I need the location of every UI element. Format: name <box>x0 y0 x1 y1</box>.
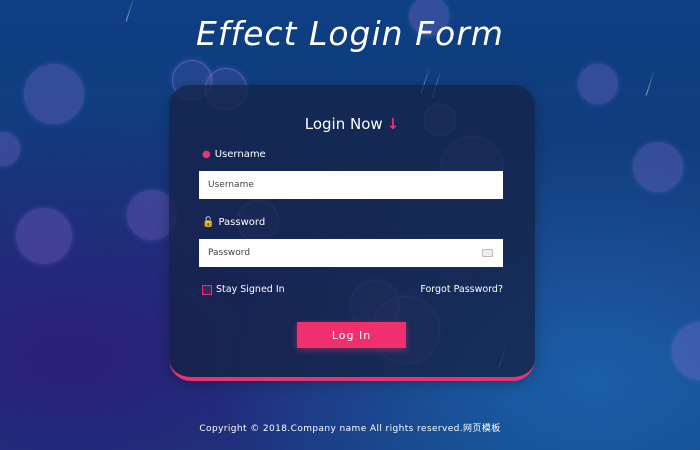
arrow-down-icon: ↓ <box>386 115 400 133</box>
stay-signed-in-checkbox[interactable] <box>202 285 212 295</box>
login-heading: Login Now ↓ <box>169 115 535 133</box>
username-label: ● Username <box>202 149 266 160</box>
forgot-password-link[interactable]: Forgot Password? <box>420 284 503 295</box>
login-heading-text: Login Now <box>304 115 383 133</box>
username-label-text: Username <box>214 149 266 160</box>
stay-signed-in-label[interactable]: Stay Signed In <box>216 284 285 295</box>
light-streak <box>645 68 656 96</box>
password-label: 🔓 Password <box>202 217 265 228</box>
bokeh-bubble <box>16 208 72 264</box>
user-icon: ● <box>202 149 211 160</box>
bokeh-bubble <box>578 64 618 104</box>
bokeh-bubble <box>633 142 683 192</box>
footer-copyright: Copyright © 2018.Company name All rights… <box>199 424 501 434</box>
lock-icon: 🔓 <box>202 217 215 228</box>
bokeh-bubble <box>24 64 84 124</box>
log-in-button[interactable]: Log In <box>297 322 406 348</box>
password-input[interactable] <box>199 239 503 267</box>
page-title: Effect Login Form <box>196 14 504 53</box>
bokeh-bubble <box>0 132 20 166</box>
username-input[interactable] <box>199 171 503 199</box>
bokeh-bubble <box>672 322 700 380</box>
login-card: Login Now↓ ●Username 🔓Password Stay Sign… <box>169 85 535 381</box>
keyboard-icon[interactable] <box>482 249 493 257</box>
password-label-text: Password <box>218 217 266 228</box>
